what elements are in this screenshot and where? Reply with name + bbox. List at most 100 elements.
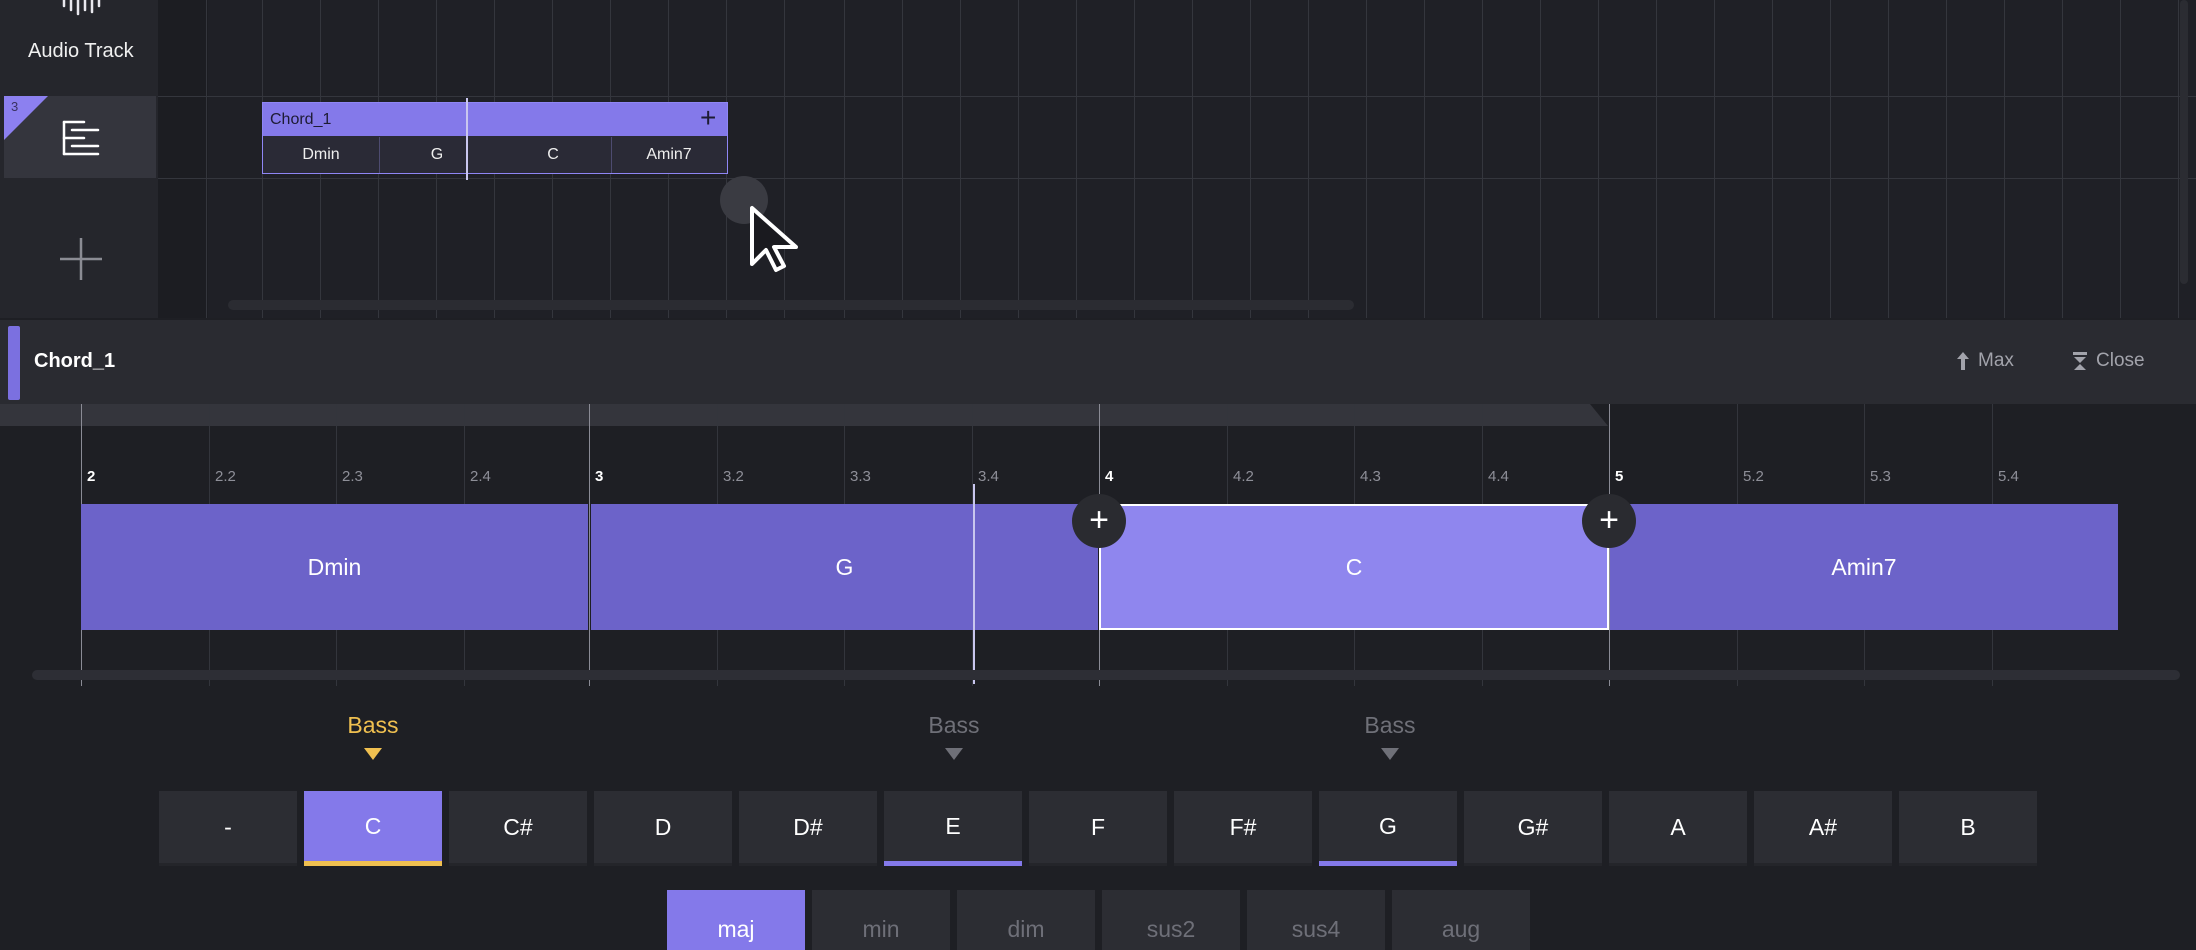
note-key-f[interactable]: F [1029, 791, 1167, 866]
waveform-icon [60, 0, 102, 16]
arrangement-vertical-scrollbar[interactable] [2180, 0, 2188, 284]
chord-clip-name: Chord_1 [270, 111, 332, 128]
track-divider [158, 178, 2196, 179]
grid-line [1308, 0, 1309, 318]
quality-button-dim[interactable]: dim [957, 890, 1095, 950]
bass-marker-icon [945, 748, 963, 760]
note-key-c[interactable]: C [304, 791, 442, 866]
chord-track-icon [62, 120, 102, 156]
mouse-cursor-icon [748, 204, 806, 279]
plus-icon [60, 238, 102, 280]
chord-block-label: G [835, 553, 854, 580]
ruler-tick-label: 4.3 [1360, 468, 1381, 485]
grid-line [1946, 0, 1947, 318]
note-key-g[interactable]: G [1319, 791, 1457, 866]
arrow-up-icon [1957, 352, 1969, 370]
grid-line [206, 0, 207, 318]
grid-line [1830, 0, 1831, 318]
grid-line [1192, 0, 1193, 318]
note-key-c-sharp[interactable]: C# [449, 791, 587, 866]
bass-label: Bass [347, 712, 399, 738]
grid-line [1772, 0, 1773, 318]
ruler-tick-label: 4.4 [1488, 468, 1509, 485]
bass-label: Bass [928, 712, 980, 738]
audio-track-label: Audio Track [28, 40, 134, 62]
insert-chord-button[interactable]: + [1072, 494, 1126, 548]
grid-line [1134, 0, 1135, 318]
grid-line [1076, 0, 1077, 318]
chord-block-label: Dmin [307, 553, 362, 580]
grid-line [1424, 0, 1425, 318]
ruler-tick-label: 2.3 [342, 468, 363, 485]
ruler-tick-label: 2 [87, 468, 96, 485]
chord-block[interactable]: Dmin [81, 504, 588, 630]
quality-button-aug[interactable]: aug [1392, 890, 1530, 950]
grid-line [1018, 0, 1019, 318]
collapse-icon [2073, 352, 2087, 370]
track-gutter [158, 0, 208, 318]
max-label: Max [1978, 350, 2014, 371]
close-button[interactable]: Close [2072, 350, 2145, 372]
chord-clip-header[interactable] [263, 103, 727, 136]
bass-marker-icon [364, 748, 382, 760]
note-key-d[interactable]: D [594, 791, 732, 866]
playhead[interactable] [466, 98, 468, 180]
grid-line [902, 0, 903, 318]
chord-block-label: Amin7 [1831, 553, 1897, 580]
max-button[interactable]: Max [1956, 350, 2014, 372]
note-key-b[interactable]: B [1899, 791, 2037, 866]
ruler-tick-label: 2.4 [470, 468, 491, 485]
grid-line [1888, 0, 1889, 318]
note-key-a[interactable]: A [1609, 791, 1747, 866]
note-key-e[interactable]: E [884, 791, 1022, 866]
note-key-g-sharp[interactable]: G# [1464, 791, 1602, 866]
insert-chord-button[interactable]: + [1582, 494, 1636, 548]
beat-grid-line [589, 404, 590, 686]
bass-label: Bass [1364, 712, 1416, 738]
ruler-tick-label: 5 [1615, 468, 1624, 485]
clip-add-button[interactable]: + [700, 104, 716, 132]
ruler-tick-label: 3.2 [723, 468, 744, 485]
quality-button-sus2[interactable]: sus2 [1102, 890, 1240, 950]
grid-line [2062, 0, 2063, 318]
quality-button-maj[interactable]: maj [667, 890, 805, 950]
clip-chord-label: G [430, 146, 444, 163]
editor-playhead[interactable] [973, 484, 975, 684]
chord-block-selected[interactable]: C [1099, 504, 1609, 630]
close-label: Close [2096, 350, 2145, 371]
ruler-band[interactable] [0, 404, 1608, 426]
quality-button-min[interactable]: min [812, 890, 950, 950]
arrangement-scrollbar[interactable] [228, 300, 1354, 310]
note-key-none[interactable]: - [159, 791, 297, 866]
grid-line [1250, 0, 1251, 318]
clip-chord-label: C [547, 146, 559, 163]
clip-chord-label: Dmin [302, 146, 340, 163]
note-key-a-sharp[interactable]: A# [1754, 791, 1892, 866]
ruler-tick-label: 3 [595, 468, 604, 485]
note-key-f-sharp[interactable]: F# [1174, 791, 1312, 866]
ruler-tick-label: 3.4 [978, 468, 999, 485]
editor-color-tab [8, 326, 20, 400]
quality-button-sus4[interactable]: sus4 [1247, 890, 1385, 950]
chord-block[interactable]: Amin7 [1610, 504, 2118, 630]
note-key-d-sharp[interactable]: D# [739, 791, 877, 866]
grid-line [1656, 0, 1657, 318]
clip-divider [379, 137, 380, 173]
ruler-tick-label: 5.3 [1870, 468, 1891, 485]
ruler-tick-label: 5.2 [1743, 468, 1764, 485]
ruler-tick-label: 3.3 [850, 468, 871, 485]
editor-scrollbar[interactable] [32, 670, 2180, 680]
ruler-tick-label: 2.2 [215, 468, 236, 485]
add-track-button[interactable] [56, 234, 106, 284]
track-divider [158, 96, 2196, 97]
ruler-tick-label: 4 [1105, 468, 1114, 485]
clip-divider [611, 137, 612, 173]
grid-line [2178, 0, 2179, 318]
chord-block-label: C [1345, 553, 1363, 580]
chord-block[interactable]: G [591, 504, 1098, 630]
track-number: 3 [11, 99, 19, 114]
grid-line [844, 0, 845, 318]
grid-line [1598, 0, 1599, 318]
grid-line [960, 0, 961, 318]
grid-line [2004, 0, 2005, 318]
